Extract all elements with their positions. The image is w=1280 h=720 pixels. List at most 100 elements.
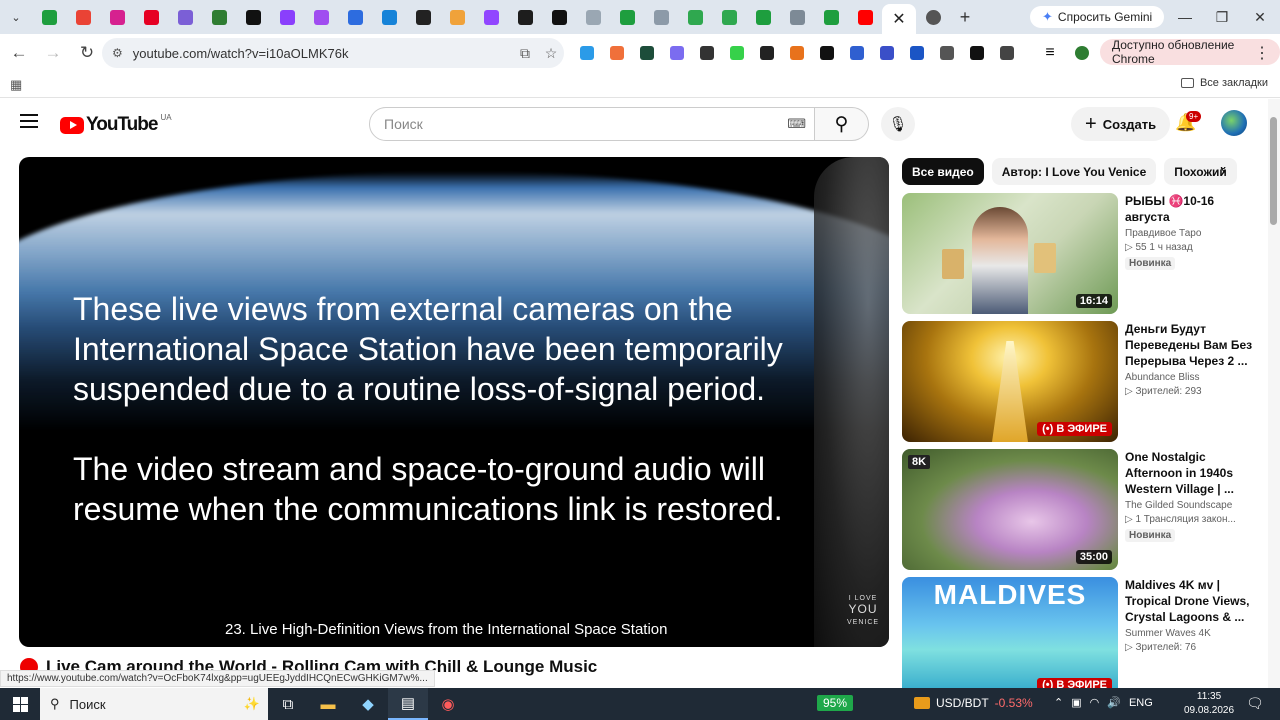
- related-channel[interactable]: Summer Waves 4K: [1125, 628, 1255, 639]
- youtube-logo[interactable]: YouTube UA: [60, 113, 172, 136]
- search-icon[interactable]: ⚲: [815, 107, 869, 141]
- bookmark-star-icon[interactable]: ☆: [538, 45, 564, 62]
- browser-tab[interactable]: [372, 0, 406, 34]
- chrome-update-button[interactable]: Доступно обновление Chrome: [1100, 38, 1280, 66]
- browser-tab[interactable]: [168, 0, 202, 34]
- window-close-icon[interactable]: ✕: [1245, 6, 1275, 28]
- a-ext-icon[interactable]: [967, 43, 987, 63]
- refresh-circle-tab[interactable]: [916, 0, 950, 34]
- related-thumbnail[interactable]: (•) В ЭФИРЕ: [902, 321, 1118, 442]
- site-info-icon[interactable]: ⚙: [112, 46, 123, 60]
- chip-similar[interactable]: Похожий: [1164, 158, 1237, 185]
- notification-center-icon[interactable]: 🗨: [1246, 695, 1264, 712]
- wrench-ext-icon[interactable]: [847, 43, 867, 63]
- gear-ext-icon[interactable]: [757, 43, 777, 63]
- related-video[interactable]: 8K 35:00 One Nostalgic Afternoon in 1940…: [902, 449, 1260, 571]
- chrome-menu-icon[interactable]: ⋮: [1254, 43, 1270, 63]
- browser-tab[interactable]: [712, 0, 746, 34]
- related-thumbnail[interactable]: 16:14: [902, 193, 1118, 314]
- chevron-right-icon[interactable]: ›: [1220, 161, 1226, 181]
- chip-all-videos[interactable]: Все видео: [902, 158, 984, 185]
- browser-tab[interactable]: [474, 0, 508, 34]
- address-bar[interactable]: ⚙ youtube.com/watch?v=i10aOLMK76k ⧉ ☆: [102, 38, 564, 68]
- browser-tab[interactable]: [678, 0, 712, 34]
- s-ext-icon[interactable]: [577, 43, 597, 63]
- video-player[interactable]: These live views from external cameras o…: [19, 157, 889, 647]
- browser-tab[interactable]: [644, 0, 678, 34]
- browser-tab[interactable]: [304, 0, 338, 34]
- related-channel[interactable]: Abundance Bliss: [1125, 372, 1255, 383]
- tray-app-icon[interactable]: ▣: [1071, 696, 1081, 709]
- battery-indicator[interactable]: 95%: [817, 695, 854, 711]
- browser-tab[interactable]: [542, 0, 576, 34]
- scrollbar-thumb[interactable]: [1270, 117, 1277, 225]
- related-title[interactable]: Maldives 4K ᴍᴠ | Tropical Drone Views, C…: [1125, 577, 1255, 625]
- page-scrollbar[interactable]: [1268, 99, 1280, 688]
- related-channel[interactable]: Правдивое Таро: [1125, 228, 1255, 239]
- related-title[interactable]: РЫБЫ ♓10-16 августа: [1125, 193, 1255, 225]
- browser-tab[interactable]: [440, 0, 474, 34]
- search-input[interactable]: Поиск ⌨: [369, 107, 815, 141]
- forward-arrow-icon[interactable]: →: [38, 38, 68, 68]
- profile-icon[interactable]: [1072, 43, 1092, 63]
- all-bookmarks-button[interactable]: Все закладки: [1180, 77, 1268, 89]
- create-button[interactable]: + Создать: [1071, 107, 1171, 141]
- new-tab-plus-icon[interactable]: +: [950, 7, 980, 28]
- volume-icon[interactable]: 🔊: [1107, 696, 1121, 709]
- related-video[interactable]: MALDIVES (•) В ЭФИРЕ Maldives 4K ᴍᴠ | Tr…: [902, 577, 1260, 688]
- start-button[interactable]: [0, 688, 40, 720]
- active-tab-close-icon[interactable]: ✕: [882, 4, 916, 34]
- person-ext-icon[interactable]: [877, 43, 897, 63]
- reload-icon[interactable]: ↻: [72, 38, 102, 68]
- taskbar-search-box[interactable]: ⚲ Поиск ✨: [40, 688, 268, 720]
- browser-tab[interactable]: [202, 0, 236, 34]
- microphone-icon[interactable]: 🎙: [881, 107, 915, 141]
- tray-chevron-icon[interactable]: ⌃: [1054, 696, 1063, 709]
- maximize-icon[interactable]: ❐: [1207, 6, 1237, 28]
- browser-tab[interactable]: [338, 0, 372, 34]
- browser-tab[interactable]: [576, 0, 610, 34]
- ask-gemini-button[interactable]: ✦ Спросить Gemini: [1030, 6, 1165, 28]
- wave-ext-icon[interactable]: [607, 43, 627, 63]
- browser-tab[interactable]: [848, 0, 882, 34]
- related-title[interactable]: One Nostalgic Afternoon in 1940s Western…: [1125, 449, 1255, 497]
- tab-search-chevron-icon[interactable]: ⌄: [0, 0, 32, 34]
- file-explorer-icon[interactable]: ▬: [308, 688, 348, 720]
- url-text[interactable]: youtube.com/watch?v=i10aOLMK76k: [133, 46, 512, 61]
- browser-tab[interactable]: [236, 0, 270, 34]
- bird-ext-icon[interactable]: [937, 43, 957, 63]
- browser-tab[interactable]: [100, 0, 134, 34]
- browser-tab[interactable]: [508, 0, 542, 34]
- taskbar-clock[interactable]: 11:35 09.08.2026: [1184, 690, 1234, 718]
- grid-ext-icon[interactable]: [817, 43, 837, 63]
- reading-list-icon[interactable]: ≡: [1040, 43, 1060, 63]
- browser-tab[interactable]: [610, 0, 644, 34]
- wifi-icon[interactable]: ◠: [1090, 696, 1100, 709]
- chip-author[interactable]: Автор: I Love You Venice: [991, 158, 1157, 185]
- browser-tab[interactable]: [780, 0, 814, 34]
- app-icon[interactable]: ◆: [348, 688, 388, 720]
- channel-watermark[interactable]: I LOVE YOU VENICE: [847, 593, 879, 628]
- fox-ext-icon[interactable]: [787, 43, 807, 63]
- account-avatar[interactable]: [1221, 110, 1247, 136]
- related-title[interactable]: Деньги Будут Переведены Вам Без Перерыва…: [1125, 321, 1255, 369]
- install-app-icon[interactable]: ⧉: [512, 45, 538, 62]
- browser-tab[interactable]: [134, 0, 168, 34]
- browser-tab[interactable]: [406, 0, 440, 34]
- chart-ext-icon[interactable]: [697, 43, 717, 63]
- puzzle-ext-icon[interactable]: [997, 43, 1017, 63]
- related-video[interactable]: 16:14 РЫБЫ ♓10-16 августа Правдивое Таро…: [902, 193, 1260, 315]
- browser-tab[interactable]: [746, 0, 780, 34]
- related-thumbnail[interactable]: 8K 35:00: [902, 449, 1118, 570]
- minimize-icon[interactable]: —: [1170, 6, 1200, 28]
- browser-tab[interactable]: [66, 0, 100, 34]
- notepad-icon[interactable]: ▤: [388, 688, 428, 720]
- shield-ext-icon[interactable]: [907, 43, 927, 63]
- keyboard-icon[interactable]: ⌨: [787, 116, 806, 132]
- browser-tab[interactable]: [32, 0, 66, 34]
- related-video[interactable]: (•) В ЭФИРЕ Деньги Будут Переведены Вам …: [902, 321, 1260, 443]
- currency-widget[interactable]: USD/BDT -0.53%: [914, 696, 1033, 710]
- task-view-icon[interactable]: ⧉: [268, 688, 308, 720]
- back-arrow-icon[interactable]: ←: [4, 38, 34, 68]
- hash-ext-icon[interactable]: [637, 43, 657, 63]
